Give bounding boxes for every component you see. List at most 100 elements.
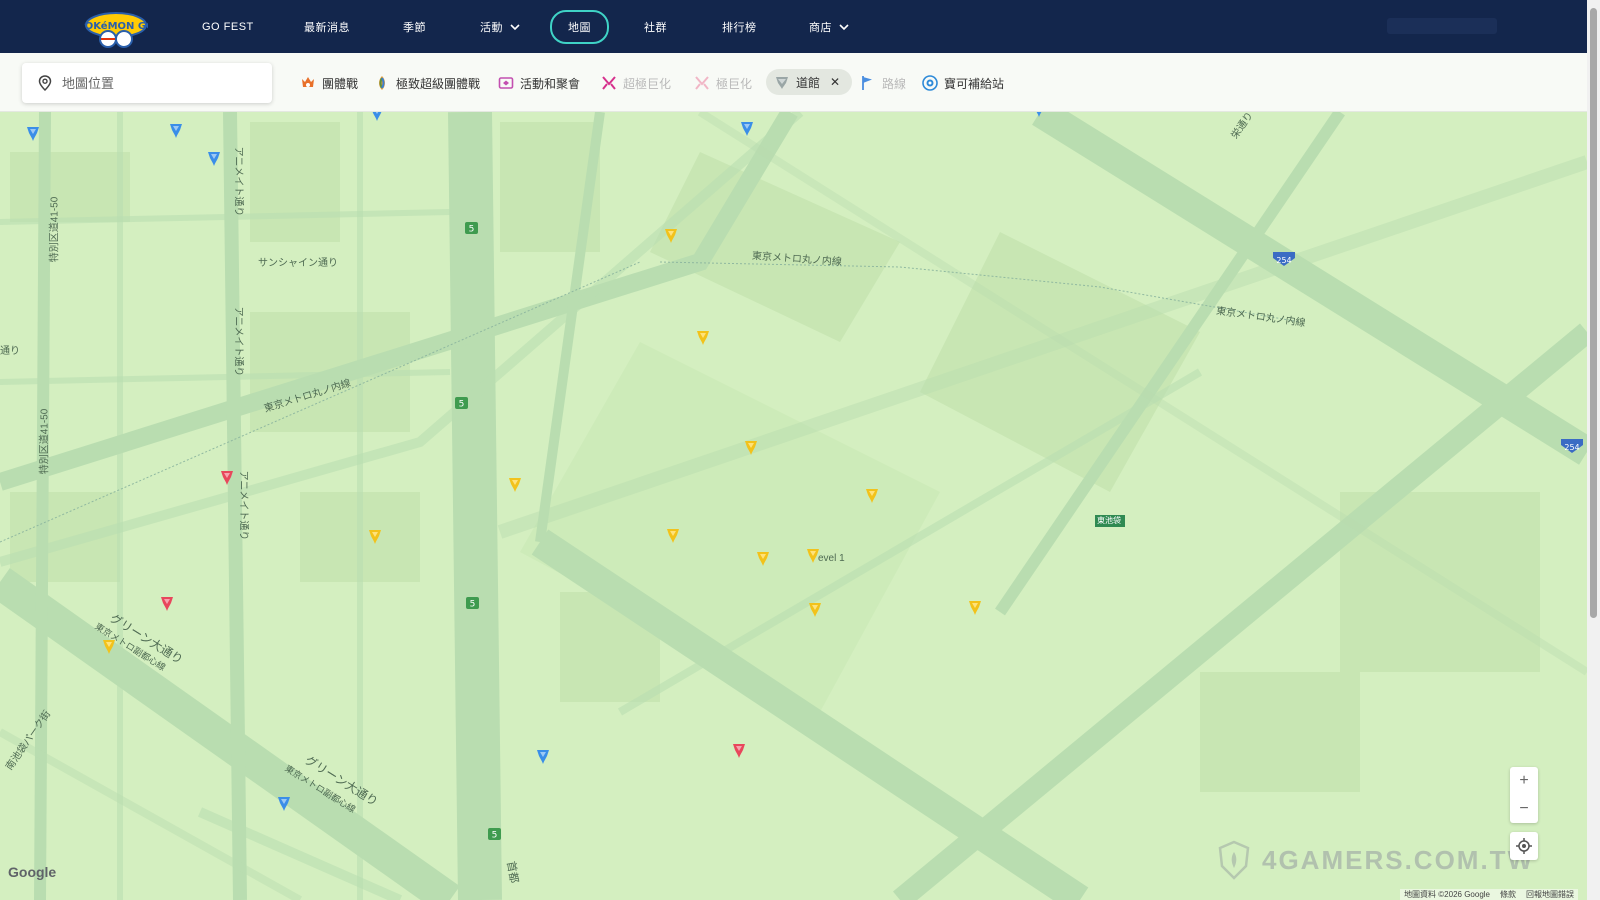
location-pin-icon xyxy=(38,75,52,91)
filter-gigantamax[interactable]: 超極巨化 xyxy=(601,71,671,95)
nav-news[interactable]: 最新消息 xyxy=(304,0,350,53)
page-scrollbar[interactable] xyxy=(1587,0,1600,900)
filter-gym[interactable]: 道館 ✕ xyxy=(766,69,853,95)
route-shield-label: 5 xyxy=(459,400,465,410)
nav-label: 社群 xyxy=(644,21,667,34)
pokemon-go-logo[interactable]: POKéMON GO xyxy=(84,5,148,49)
gym-pin-blue[interactable] xyxy=(277,796,291,812)
crosshair-icon xyxy=(1516,838,1532,854)
nav-leaderboard[interactable]: 排行榜 xyxy=(722,0,757,53)
route-shield: 5 xyxy=(488,828,501,841)
site-watermark: 4GAMERS.COM.TW xyxy=(1218,840,1534,880)
gym-pin-yellow[interactable] xyxy=(666,528,680,544)
pokestop-icon xyxy=(922,75,938,91)
gym-pin-blue[interactable] xyxy=(1032,112,1046,118)
close-icon[interactable]: ✕ xyxy=(830,75,840,89)
gym-pin-yellow[interactable] xyxy=(664,228,678,244)
filter-events[interactable]: 活動和聚會 xyxy=(498,71,580,95)
nav-label: GO FEST xyxy=(202,20,254,33)
gym-pin-red[interactable] xyxy=(160,596,174,612)
nav-account-area[interactable] xyxy=(1387,18,1497,34)
map-filter-bar: 團體戰 極致超級團體戰 活動和聚會 超極巨化 極巨化 道館 ✕ 路線 xyxy=(0,53,1587,112)
report-error-link[interactable]: 回報地圖錯誤 xyxy=(1526,889,1574,900)
nav-label: 排行榜 xyxy=(722,21,757,34)
gym-pin-red[interactable] xyxy=(220,470,234,486)
nav-label: 活動 xyxy=(480,21,503,34)
gym-pin-yellow[interactable] xyxy=(968,600,982,616)
gym-pin-yellow[interactable] xyxy=(865,488,879,504)
scrollbar-thumb[interactable] xyxy=(1590,8,1597,618)
filter-pokestop[interactable]: 寶可補給站 xyxy=(922,71,1004,95)
google-logo[interactable]: Google xyxy=(8,864,56,880)
filter-dynamax[interactable]: 極巨化 xyxy=(694,71,752,95)
nav-label: 最新消息 xyxy=(304,21,350,34)
nav-label: 商店 xyxy=(809,21,832,34)
street-label: サンシャイン通り xyxy=(258,258,338,269)
nav-map[interactable]: 地圖 xyxy=(550,0,609,53)
route-flag-icon xyxy=(862,76,872,90)
street-label: アニメイト通り xyxy=(232,306,244,377)
nav-season[interactable]: 季節 xyxy=(403,0,426,53)
route-shield-label: 5 xyxy=(492,831,498,841)
terms-link[interactable]: 條款 xyxy=(1500,889,1516,900)
zoom-control: + − xyxy=(1510,767,1538,823)
map-location-input[interactable] xyxy=(62,75,242,91)
mega-raid-icon xyxy=(379,76,385,90)
street-label: 通り xyxy=(0,346,20,357)
filter-label: 超極巨化 xyxy=(623,76,672,91)
gym-pin-yellow[interactable] xyxy=(696,330,710,346)
route-shield: 5 xyxy=(455,397,468,410)
gym-pin-yellow[interactable] xyxy=(744,440,758,456)
nav-events-dropdown[interactable]: 活動 xyxy=(480,0,521,53)
gym-icon xyxy=(776,77,788,89)
dynamax-icon xyxy=(695,76,709,90)
filter-label: 活動和聚會 xyxy=(520,76,581,91)
map-canvas[interactable]: 5 5 5 5 254 254 サンシャイン通り 東京メトロ丸ノ内線 東京メトロ… xyxy=(0,112,1587,900)
top-navigation: POKéMON GO GO FEST 最新消息 季節 活動 地圖 社群 排行榜 … xyxy=(0,0,1587,53)
gym-pin-yellow[interactable] xyxy=(368,529,382,545)
route-shield: 5 xyxy=(466,597,479,610)
shield-icon xyxy=(1218,840,1250,880)
filter-label: 路線 xyxy=(882,76,907,91)
watermark-text: 4GAMERS.COM.TW xyxy=(1262,844,1535,875)
gym-pin-blue[interactable] xyxy=(26,126,40,142)
filter-label: 寶可補給站 xyxy=(944,76,1005,91)
nav-community[interactable]: 社群 xyxy=(644,0,667,53)
gym-pin-blue[interactable] xyxy=(740,121,754,137)
gym-pin-yellow[interactable] xyxy=(806,548,820,564)
street-label: 特別区道41-50 xyxy=(49,196,61,263)
gym-pin-blue[interactable] xyxy=(207,151,221,167)
gigantamax-icon xyxy=(602,76,616,90)
filter-raid[interactable]: 團體戰 xyxy=(300,71,358,95)
nav-go-fest[interactable]: GO FEST xyxy=(202,0,254,53)
route-shield-label: 254 xyxy=(1276,256,1291,265)
zoom-out-button[interactable]: − xyxy=(1510,795,1538,823)
gym-pin-yellow[interactable] xyxy=(808,602,822,618)
route-shield: 5 xyxy=(465,222,478,235)
raid-icon xyxy=(302,77,314,87)
map-location-search[interactable] xyxy=(22,63,272,103)
gym-pin-yellow[interactable] xyxy=(756,551,770,567)
street-label: アニメイト通り xyxy=(237,470,249,541)
gym-pin-red[interactable] xyxy=(732,743,746,759)
attribution-text: 地圖資料 ©2026 Google xyxy=(1404,890,1490,899)
chevron-down-icon xyxy=(510,23,520,30)
app: POKéMON GO GO FEST 最新消息 季節 活動 地圖 社群 排行榜 … xyxy=(0,0,1600,900)
filter-mega-raid[interactable]: 極致超級團體戰 xyxy=(374,71,480,95)
gym-pin-yellow[interactable] xyxy=(508,477,522,493)
my-location-button[interactable] xyxy=(1510,832,1538,860)
gym-pin-blue[interactable] xyxy=(370,112,384,122)
filter-routes[interactable]: 路線 xyxy=(860,71,906,95)
nav-shop-dropdown[interactable]: 商店 xyxy=(809,0,850,53)
route-shield-label: 5 xyxy=(469,225,475,235)
filter-label: 極致超級團體戰 xyxy=(396,76,481,91)
gym-pin-blue[interactable] xyxy=(169,123,183,139)
zoom-in-button[interactable]: + xyxy=(1510,767,1538,795)
gym-pin-yellow[interactable] xyxy=(102,639,116,655)
route-shield-label: 5 xyxy=(470,600,476,610)
filter-label: 道館 xyxy=(796,75,821,90)
gym-pin-blue[interactable] xyxy=(536,749,550,765)
chevron-down-icon xyxy=(839,23,849,30)
building-label: evel 1 xyxy=(818,553,845,564)
street-label: 特別区道41-50 xyxy=(39,408,51,475)
